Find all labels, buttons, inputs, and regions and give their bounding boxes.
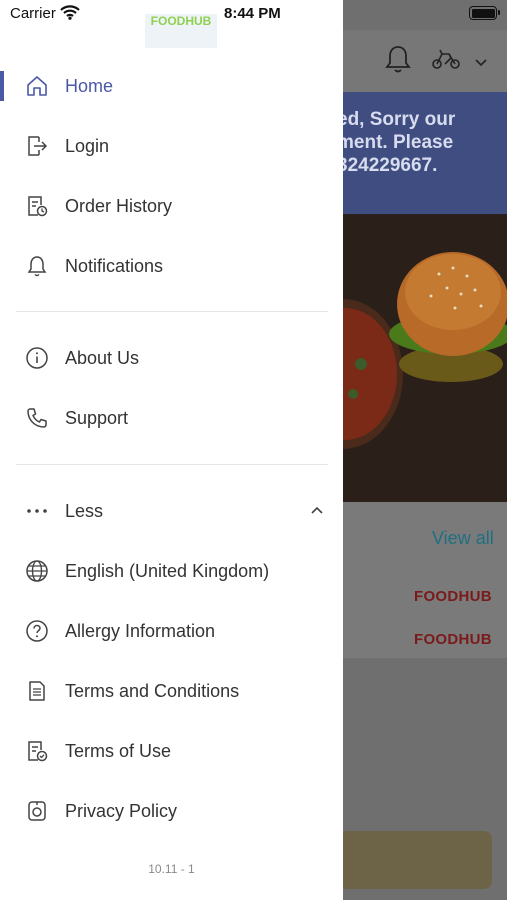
status-bar: Carrier 8:44 PM — [0, 0, 507, 30]
menu-item-terms-of-use[interactable]: Terms of Use — [0, 723, 343, 779]
document-icon — [24, 678, 50, 704]
login-icon — [24, 133, 50, 159]
menu-item-label: Terms and Conditions — [65, 680, 240, 701]
navigation-drawer: FOODHUB Home Login Order History Notific… — [0, 0, 343, 900]
divider — [16, 464, 328, 465]
menu-item-label: Login — [65, 135, 110, 156]
menu-item-allergy-information[interactable]: Allergy Information — [0, 603, 343, 659]
app-version: 10.11 - 1 — [148, 862, 195, 876]
menu-item-label: Privacy Policy — [65, 800, 178, 821]
menu-item-support[interactable]: Support — [0, 390, 343, 446]
menu-toggle-less[interactable]: Less — [0, 483, 343, 539]
menu-item-terms-and-conditions[interactable]: Terms and Conditions — [0, 663, 343, 719]
bg-brand-label: FOODHUB — [414, 588, 492, 605]
menu-item-language[interactable]: English (United Kingdom) — [0, 543, 343, 599]
info-icon — [24, 345, 50, 371]
background-app: ed, Sorry our ment. Please 324229667. Vi… — [343, 0, 507, 900]
chevron-up-icon[interactable] — [310, 503, 324, 522]
question-icon — [24, 618, 50, 644]
menu-item-label: Notifications — [65, 255, 164, 276]
globe-icon — [24, 558, 50, 584]
menu-item-label: About Us — [65, 347, 140, 368]
menu-item-label: Home — [65, 75, 114, 96]
menu-item-label: Less — [65, 500, 104, 521]
bg-bell-icon[interactable] — [385, 44, 411, 79]
battery-icon — [469, 6, 500, 20]
phone-icon — [24, 405, 50, 431]
home-icon — [24, 73, 50, 99]
wifi-icon — [60, 4, 80, 25]
bg-view-all-link[interactable]: View all — [432, 528, 494, 549]
menu-item-label: Terms of Use — [65, 740, 172, 761]
menu-item-about-us[interactable]: About Us — [0, 330, 343, 386]
menu-item-label: Support — [65, 407, 129, 428]
order-history-icon — [24, 193, 50, 219]
bg-food-image — [343, 214, 507, 502]
menu-item-notifications[interactable]: Notifications — [0, 238, 343, 294]
bg-scooter-icon[interactable] — [431, 48, 461, 75]
bg-brand-label: FOODHUB — [414, 631, 492, 648]
bg-chevron-down-icon[interactable] — [475, 54, 487, 72]
bg-banner-line: ed, Sorry our — [343, 109, 456, 130]
bg-banner-line: 324229667. — [343, 155, 438, 176]
document-check-icon — [24, 738, 50, 764]
menu-item-order-history[interactable]: Order History — [0, 178, 343, 234]
bg-banner-line: ment. Please — [343, 132, 454, 153]
more-dots-icon — [24, 498, 50, 524]
bg-bottom-button[interactable] — [343, 831, 492, 889]
menu-item-privacy-policy[interactable]: Privacy Policy — [0, 783, 343, 839]
carrier-label: Carrier — [10, 5, 56, 22]
menu-item-login[interactable]: Login — [0, 118, 343, 174]
bg-notice-banner: ed, Sorry our ment. Please 324229667. — [343, 92, 507, 214]
bell-icon — [24, 253, 50, 279]
menu-item-home[interactable]: Home — [0, 58, 343, 114]
clock: 8:44 PM — [224, 5, 281, 22]
divider — [16, 311, 328, 312]
menu-item-label: Allergy Information — [65, 620, 216, 641]
privacy-icon — [24, 798, 50, 824]
menu-item-label: English (United Kingdom) — [65, 560, 270, 581]
menu-item-label: Order History — [65, 195, 173, 216]
